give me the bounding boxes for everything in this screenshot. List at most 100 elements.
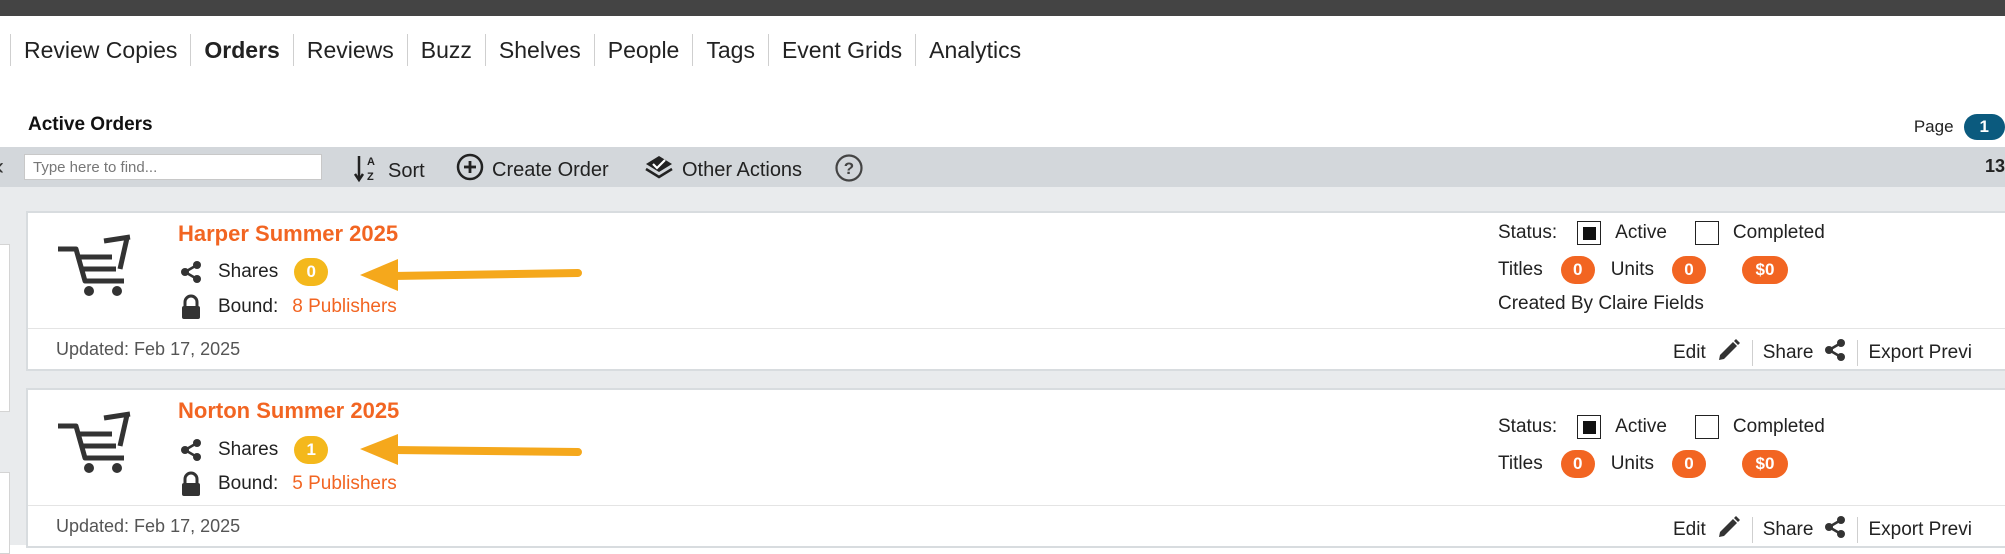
titles-count-badge: 0 <box>1560 450 1595 478</box>
shopping-cart-icon <box>56 233 136 304</box>
metrics-row: Titles 0 Units 0 $0 <box>1498 450 1788 478</box>
toolbar: ‹ A Z Sort Create Order <box>0 147 2005 187</box>
svg-text:?: ? <box>844 159 854 178</box>
card-footer: Updated: Feb 17, 2025 Edit Share Export … <box>28 505 2005 548</box>
other-actions-label: Other Actions <box>682 158 803 181</box>
collapse-chevron-icon[interactable]: ‹ <box>0 153 4 181</box>
bound-label: Bound: <box>218 473 279 494</box>
share-label: Share <box>1762 342 1814 363</box>
svg-text:Z: Z <box>367 171 374 183</box>
nav-tags[interactable]: Tags <box>692 34 768 66</box>
bound-publishers-link[interactable]: 5 Publishers <box>292 473 397 495</box>
create-order-button[interactable]: Create Order <box>456 153 609 187</box>
titles-label: Titles <box>1498 259 1543 280</box>
titles-count-badge: 0 <box>1560 256 1595 284</box>
lock-icon <box>178 294 204 320</box>
side-panel-edge <box>0 244 10 412</box>
annotation-arrow <box>360 434 582 465</box>
help-button[interactable]: ? <box>834 153 864 189</box>
pencil-icon <box>1716 337 1742 369</box>
page-title: Active Orders <box>28 114 153 135</box>
results-count: 13 <box>1984 156 2005 176</box>
orders-list: Harper Summer 2025 Shares 0 Bound: 8 Pub… <box>0 187 2005 554</box>
main-nav: Review Copies Orders Reviews Buzz Shelve… <box>0 30 1034 70</box>
side-panel-edge <box>0 472 10 554</box>
order-title[interactable]: Norton Summer 2025 <box>178 398 399 424</box>
export-button[interactable]: Export Previ <box>1858 342 1981 364</box>
active-label: Active <box>1615 222 1667 243</box>
nav-orders[interactable]: Orders <box>190 34 292 66</box>
shares-row: Shares 1 <box>178 436 329 464</box>
card-footer: Updated: Feb 17, 2025 Edit Share Export … <box>28 328 2005 371</box>
export-label: Export Previ <box>1868 519 1972 540</box>
order-card: Harper Summer 2025 Shares 0 Bound: 8 Pub… <box>26 211 2005 371</box>
amount-badge: $0 <box>1742 256 1788 284</box>
other-actions-button[interactable]: Other Actions <box>644 153 802 187</box>
share-icon <box>178 437 204 463</box>
nav-reviews[interactable]: Reviews <box>292 34 407 66</box>
pencil-icon <box>1716 514 1742 546</box>
search-input[interactable] <box>24 154 322 180</box>
share-icon <box>178 259 204 285</box>
bound-row: Bound: 5 Publishers <box>178 471 397 497</box>
sort-label: Sort <box>388 159 425 182</box>
completed-label: Completed <box>1732 416 1825 437</box>
export-button[interactable]: Export Previ <box>1858 519 1981 541</box>
share-button[interactable]: Share <box>1753 338 1858 368</box>
svg-text:A: A <box>367 156 375 168</box>
active-checkbox[interactable] <box>1577 415 1602 439</box>
page-number[interactable]: 1 <box>1963 114 2005 140</box>
created-by: Created By Claire Fields <box>1498 293 1704 314</box>
units-count-badge: 0 <box>1672 256 1706 284</box>
status-label: Status: <box>1498 416 1558 437</box>
bound-publishers-link[interactable]: 8 Publishers <box>292 296 397 318</box>
order-card: Norton Summer 2025 Shares 1 Bound: 5 Pub… <box>26 388 2005 548</box>
pager: Page 1 <box>1914 114 2005 140</box>
nav-shelves[interactable]: Shelves <box>484 34 594 66</box>
card-actions: Edit Share Export Previ <box>1663 337 1982 369</box>
active-label: Active <box>1615 416 1667 437</box>
card-actions: Edit Share Export Previ <box>1663 514 1982 546</box>
nav-analytics[interactable]: Analytics <box>915 34 1034 66</box>
lock-icon <box>178 471 204 497</box>
status-row: Status: Active Completed <box>1498 221 1825 245</box>
shares-count-badge: 0 <box>294 258 329 286</box>
help-icon: ? <box>834 153 864 189</box>
units-label: Units <box>1610 259 1654 280</box>
order-title[interactable]: Harper Summer 2025 <box>178 221 398 247</box>
amount-badge: $0 <box>1742 450 1788 478</box>
nav-buzz[interactable]: Buzz <box>406 34 485 66</box>
units-label: Units <box>1610 453 1654 474</box>
plus-circle-icon <box>456 153 484 187</box>
shares-count-badge: 1 <box>294 436 329 464</box>
edit-button[interactable]: Edit <box>1663 337 1752 369</box>
top-bar <box>0 0 2005 16</box>
shares-label: Shares <box>218 439 279 460</box>
create-order-label: Create Order <box>492 158 609 181</box>
edit-label: Edit <box>1673 342 1706 363</box>
share-icon <box>1823 338 1847 368</box>
metrics-row: Titles 0 Units 0 $0 <box>1498 256 1788 284</box>
share-button[interactable]: Share <box>1753 515 1858 545</box>
share-label: Share <box>1762 519 1814 540</box>
shopping-cart-icon <box>56 410 136 481</box>
completed-label: Completed <box>1732 222 1825 243</box>
annotation-arrow <box>360 259 582 291</box>
bound-label: Bound: <box>218 296 279 317</box>
units-count-badge: 0 <box>1672 450 1706 478</box>
page-label: Page <box>1913 117 1954 136</box>
bound-row: Bound: 8 Publishers <box>178 294 397 320</box>
sort-button[interactable]: A Z Sort <box>353 153 425 189</box>
active-checkbox[interactable] <box>1577 221 1602 245</box>
nav-review-copies[interactable]: Review Copies <box>10 34 190 66</box>
sort-az-icon: A Z <box>353 153 380 189</box>
completed-checkbox[interactable] <box>1694 415 1719 439</box>
nav-event-grids[interactable]: Event Grids <box>767 34 915 66</box>
status-label: Status: <box>1498 222 1558 243</box>
edit-button[interactable]: Edit <box>1663 514 1752 546</box>
completed-checkbox[interactable] <box>1694 221 1719 245</box>
export-label: Export Previ <box>1868 342 1972 363</box>
nav-people[interactable]: People <box>593 34 693 66</box>
shares-row: Shares 0 <box>178 258 329 286</box>
status-row: Status: Active Completed <box>1498 415 1825 439</box>
